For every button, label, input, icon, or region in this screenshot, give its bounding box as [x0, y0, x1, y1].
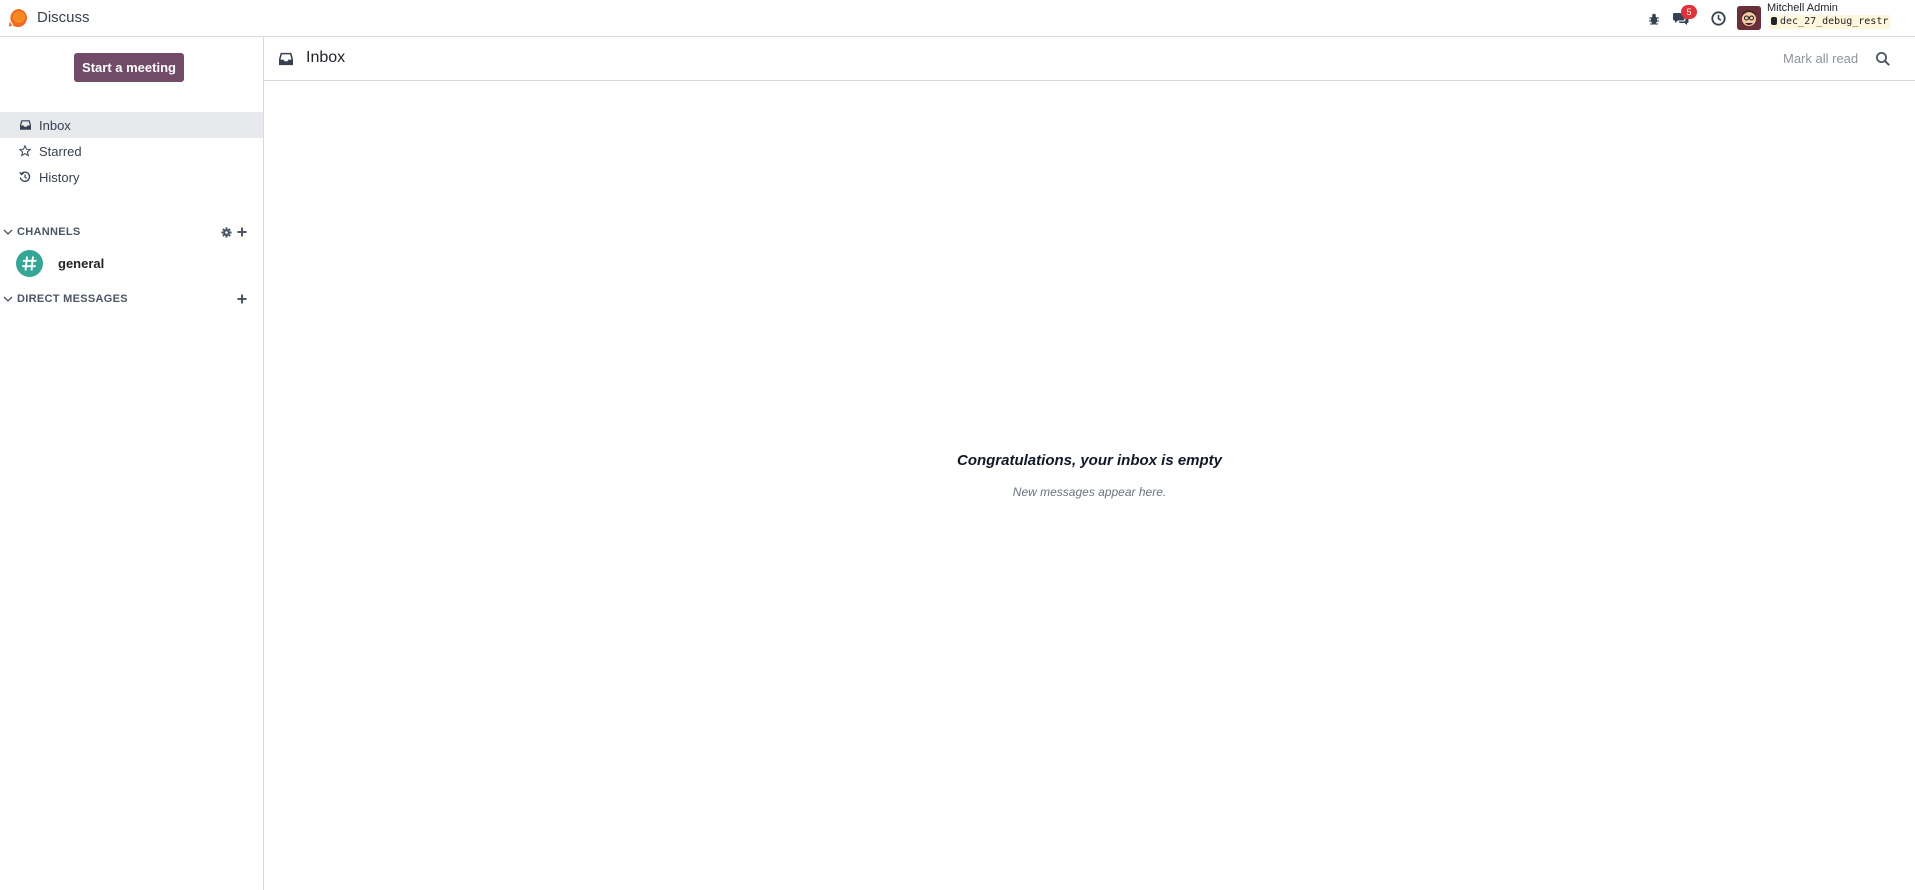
inbox-icon [279, 52, 293, 66]
empty-inbox-subtitle: New messages appear here. [1012, 485, 1167, 499]
direct-messages-section-header: DIRECT MESSAGES [0, 289, 263, 309]
channel-settings-gear-icon[interactable] [219, 225, 233, 239]
inbox-icon [18, 118, 32, 132]
user-name[interactable]: Mitchell Admin [1767, 2, 1838, 14]
start-meeting-button[interactable]: Start a meeting [74, 53, 184, 82]
empty-inbox-title: Congratulations, your inbox is empty [956, 452, 1223, 469]
page-title: Inbox [306, 49, 346, 66]
sidebar-item-label: History [39, 169, 80, 185]
thread-view: Inbox Mark all read Congratulations, you… [264, 37, 1915, 890]
sidebar-item-label: Inbox [39, 117, 71, 133]
search-icon[interactable] [1875, 51, 1891, 67]
direct-messages-section-label[interactable]: DIRECT MESSAGES [17, 293, 128, 305]
sidebar-item-inbox[interactable]: Inbox [0, 112, 263, 138]
messaging-counter-badge: 5 [1681, 5, 1697, 19]
add-direct-message-plus-icon[interactable] [235, 292, 249, 306]
hashtag-icon [16, 249, 43, 277]
sidebar-item-starred[interactable]: Starred [0, 138, 263, 164]
history-icon [18, 170, 32, 184]
activity-clock-icon[interactable] [1706, 0, 1730, 37]
sidebar-item-label: Starred [39, 143, 82, 159]
debug-icon[interactable] [1644, 0, 1664, 37]
channel-item-general[interactable]: general [0, 246, 263, 280]
user-avatar[interactable] [1737, 6, 1761, 30]
database-name: dec_27_debug_restr [1769, 15, 1891, 29]
database-icon [1771, 17, 1777, 25]
chevron-down-icon[interactable] [3, 227, 13, 237]
app-name[interactable]: Discuss [37, 9, 90, 26]
discuss-logo-icon[interactable] [8, 8, 28, 28]
discuss-sidebar: Start a meeting Inbox Starred History CH… [0, 37, 264, 890]
sidebar-item-history[interactable]: History [0, 164, 263, 190]
chevron-down-icon[interactable] [3, 294, 13, 304]
channels-section-label[interactable]: CHANNELS [17, 226, 81, 238]
top-navbar: Discuss 5 Mitchell Admin dec_27_debug_re… [0, 0, 1915, 37]
channels-section-header: CHANNELS [0, 222, 263, 242]
thread-header: Inbox Mark all read [264, 37, 1915, 81]
add-channel-plus-icon[interactable] [235, 225, 249, 239]
mark-all-read-button[interactable]: Mark all read [1783, 51, 1858, 66]
channel-name: general [58, 255, 105, 271]
star-icon [18, 144, 32, 158]
database-label: dec_27_debug_restr [1780, 16, 1889, 27]
